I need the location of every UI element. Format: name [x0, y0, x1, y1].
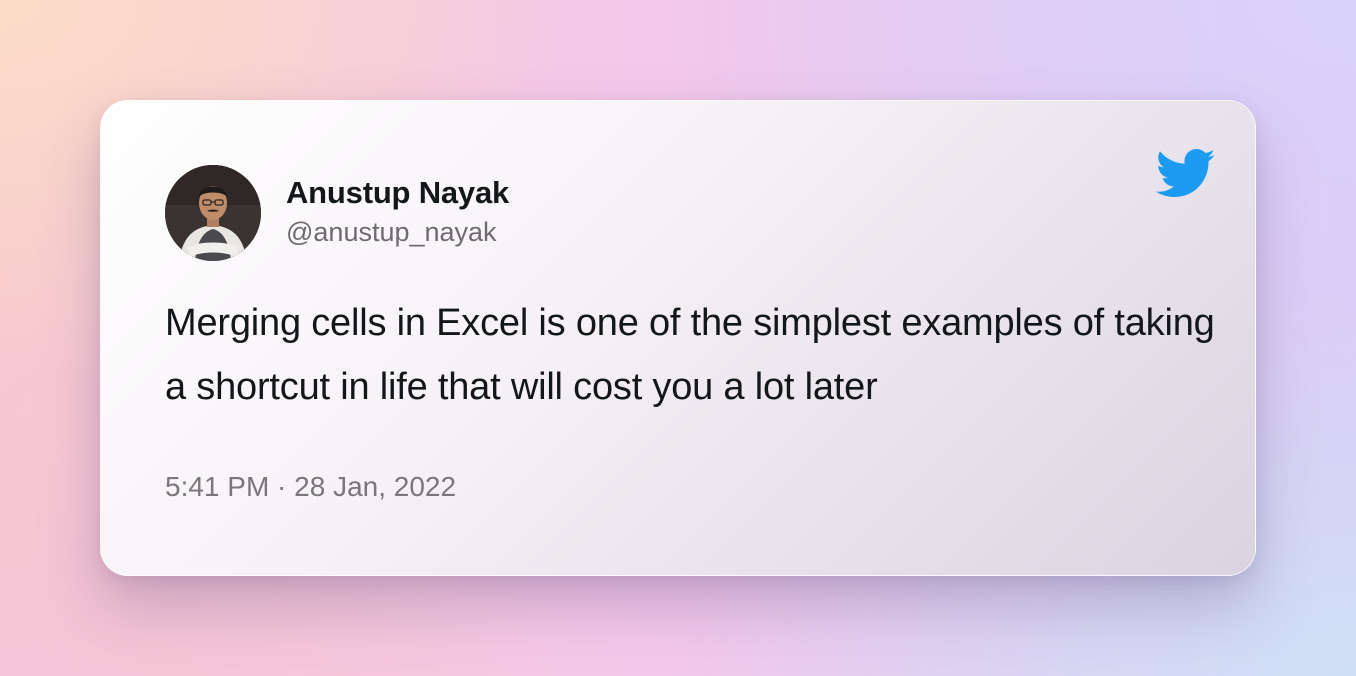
tweet-card: Anustup Nayak @anustup_nayak Merging cel… [100, 100, 1256, 576]
tweet-timestamp[interactable]: 5:41 PM · 28 Jan, 2022 [165, 471, 456, 503]
avatar-photo [165, 165, 261, 261]
author-handle[interactable]: @anustup_nayak [286, 217, 497, 248]
author-name[interactable]: Anustup Nayak [286, 175, 509, 211]
avatar[interactable] [165, 165, 261, 261]
twitter-bird-icon[interactable] [1155, 149, 1216, 199]
twitter-bird-graphic [1155, 149, 1215, 197]
tweet-text: Merging cells in Excel is one of the sim… [165, 302, 1215, 408]
